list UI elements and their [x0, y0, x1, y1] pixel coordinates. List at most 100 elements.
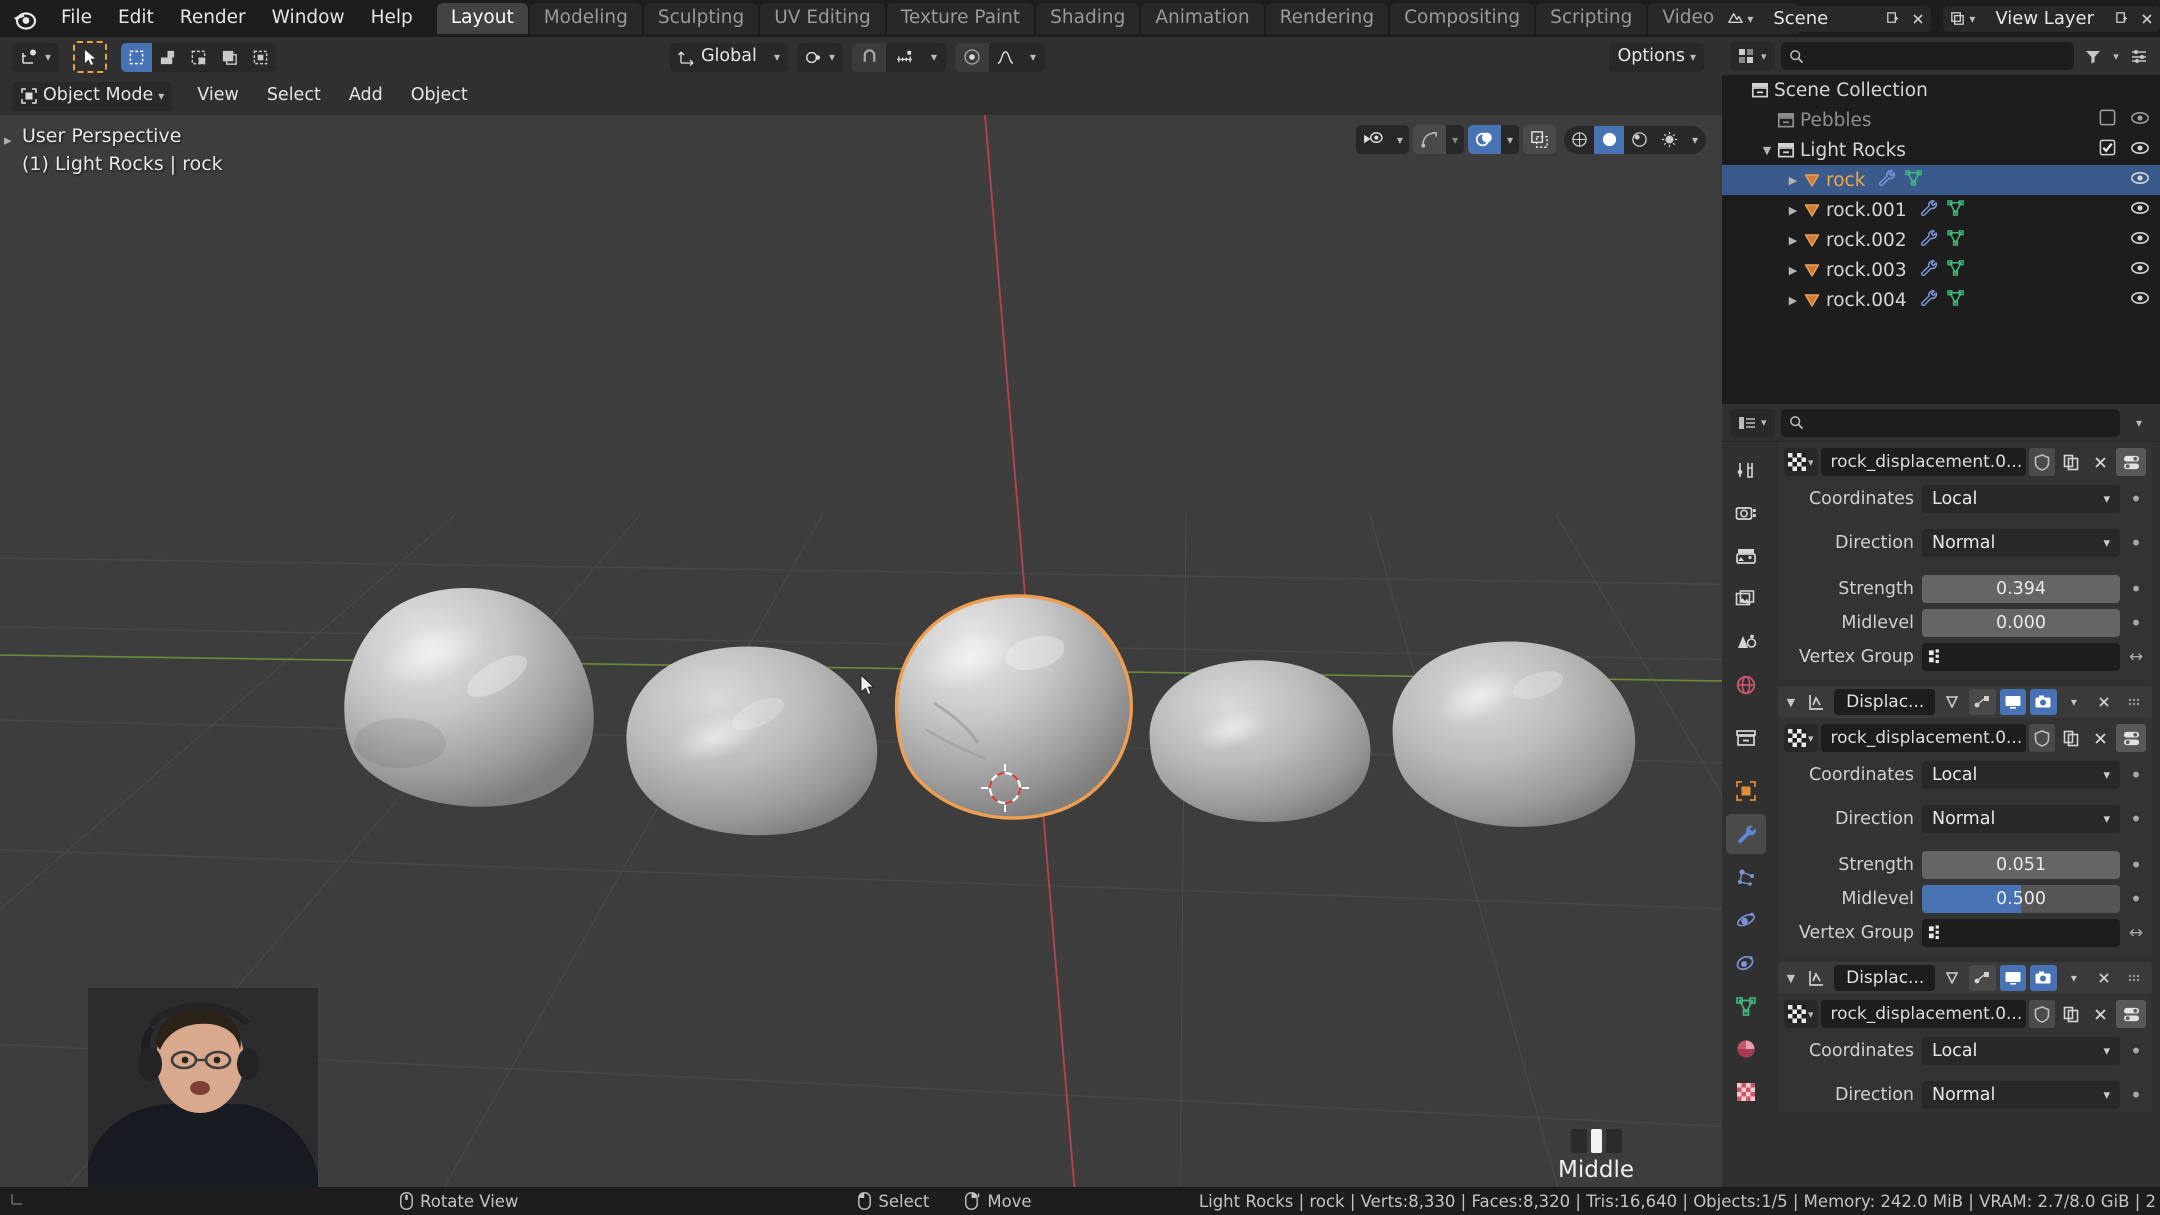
close-x-icon[interactable]	[2091, 689, 2117, 715]
gizmo-chevron-icon[interactable]: ▾	[1446, 125, 1464, 154]
tab-world[interactable]	[1726, 665, 1766, 705]
shading-material-icon[interactable]	[1624, 126, 1654, 154]
3d-viewport[interactable]: ▸ User Perspective (1) Light Rocks | roc…	[0, 115, 1722, 1195]
visibility-eye-icon[interactable]	[2130, 110, 2150, 131]
tab-collection[interactable]	[1726, 718, 1766, 758]
texture-settings-icon[interactable]	[2116, 448, 2146, 476]
viewport-menu-object[interactable]: Object	[398, 82, 481, 110]
properties-search-box[interactable]	[1780, 408, 2120, 437]
browse-texture-icon[interactable]: ▾	[1784, 724, 1818, 752]
property-dropdown-coordinates[interactable]: Local ▾	[1922, 485, 2120, 513]
filter-icon[interactable]	[2080, 43, 2106, 69]
select-extend-icon[interactable]	[152, 43, 183, 72]
expand-triangle-right-icon[interactable]: ▶	[1784, 234, 1802, 247]
drag-grip-icon[interactable]	[2122, 689, 2148, 715]
tab-data[interactable]	[1726, 986, 1766, 1026]
object-types-visibility-icon[interactable]	[1356, 125, 1391, 154]
snap-dropdown-chevron-icon[interactable]: ▾	[922, 43, 946, 72]
realtime-display-icon[interactable]	[1999, 689, 2027, 715]
property-dropdown-direction[interactable]: Normal ▾	[1922, 805, 2120, 833]
modifier-name-field[interactable]: Displac...	[1834, 965, 1935, 991]
unlink-x-icon[interactable]	[2087, 1000, 2113, 1028]
workspace-tab-compositing[interactable]: Compositing	[1390, 2, 1535, 35]
workspace-tab-animation[interactable]: Animation	[1141, 2, 1264, 35]
fake-user-shield-icon[interactable]	[2029, 448, 2055, 476]
tab-output[interactable]	[1726, 536, 1766, 576]
viewport-menu-add[interactable]: Add	[336, 82, 396, 110]
visibility-eye-icon[interactable]	[2130, 170, 2150, 191]
edit-mode-icon[interactable]	[1969, 965, 1996, 991]
modifier-wrench-icon[interactable]	[1919, 289, 1938, 311]
texture-settings-icon[interactable]	[2116, 724, 2146, 752]
top-menu-edit[interactable]: Edit	[105, 5, 167, 32]
select-subtract-icon[interactable]	[183, 43, 214, 72]
browse-texture-icon[interactable]: ▾	[1784, 1000, 1818, 1028]
viewport-menu-select[interactable]: Select	[254, 82, 334, 110]
visibility-eye-icon[interactable]	[2130, 200, 2150, 221]
shading-chevron-icon[interactable]: ▾	[1684, 126, 1706, 154]
tab-material[interactable]	[1726, 1029, 1766, 1069]
new-copy-icon[interactable]	[2058, 1000, 2084, 1028]
snap-increment-icon[interactable]	[886, 43, 922, 72]
edit-mode-icon[interactable]	[1969, 689, 1996, 715]
tab-texture[interactable]	[1726, 1072, 1766, 1112]
outliner-row-rock-001[interactable]: ▶ rock.001	[1722, 195, 2160, 225]
tab-scene[interactable]	[1726, 622, 1766, 662]
falloff-dropdown-chevron-icon[interactable]: ▾	[1021, 43, 1045, 72]
outliner-row-rock-004[interactable]: ▶ rock.004	[1722, 285, 2160, 315]
mesh-data-icon[interactable]	[1946, 229, 1965, 251]
properties-editor-icon[interactable]: ▾	[1730, 408, 1775, 437]
modifier-panel-header[interactable]: ▼ Displac... ▾	[1778, 686, 2152, 718]
new-copy-icon[interactable]	[2058, 724, 2084, 752]
top-menu-render[interactable]: Render	[167, 5, 259, 32]
extras-chevron-icon[interactable]: ▾	[2061, 965, 2087, 991]
gizmo-icon[interactable]	[1412, 125, 1446, 154]
modifier-panel-header[interactable]: ▼ Displac... ▾	[1778, 962, 2152, 994]
visibility-eye-icon[interactable]	[2130, 140, 2150, 161]
property-slider-midlevel[interactable]: 0.500	[1922, 885, 2120, 913]
drag-grip-icon[interactable]	[2122, 965, 2148, 991]
texture-settings-icon[interactable]	[2116, 1000, 2146, 1028]
new-view-layer-icon[interactable]	[2108, 5, 2134, 32]
expand-triangle-down-icon[interactable]: ▼	[1758, 144, 1776, 157]
view-layer-icon[interactable]: ▾	[1943, 5, 1982, 32]
xray-toggle-icon[interactable]	[1523, 125, 1556, 154]
property-dropdown-direction[interactable]: Normal ▾	[1922, 1081, 2120, 1109]
render-camera-icon[interactable]	[2030, 965, 2057, 991]
proportional-falloff-icon[interactable]	[989, 43, 1021, 72]
scene-name-field[interactable]: Scene	[1759, 5, 1880, 32]
expand-triangle-down-icon[interactable]: ▼	[1782, 689, 1800, 715]
workspace-tab-shading[interactable]: Shading	[1036, 2, 1140, 35]
property-dropdown-coordinates[interactable]: Local ▾	[1922, 1037, 2120, 1065]
properties-search-input[interactable]	[1809, 413, 2112, 432]
unlink-x-icon[interactable]	[2087, 724, 2113, 752]
tweak-tool-icon[interactable]	[73, 41, 108, 73]
top-menu-window[interactable]: Window	[259, 5, 358, 32]
fake-user-shield-icon[interactable]	[2029, 724, 2055, 752]
outliner-row-light-rocks[interactable]: ▼ Light Rocks	[1722, 135, 2160, 165]
workspace-tab-rendering[interactable]: Rendering	[1265, 2, 1389, 35]
workspace-tab-scripting[interactable]: Scripting	[1536, 2, 1647, 35]
workspace-tab-layout[interactable]: Layout	[436, 2, 528, 35]
texture-name-field[interactable]: rock_displacement.0...	[1820, 1000, 2026, 1028]
object-mode-dropdown[interactable]: Object Mode ▾	[12, 81, 173, 111]
properties-options-chevron-icon[interactable]: ▾	[2126, 410, 2152, 436]
workspace-tab-uv-editing[interactable]: UV Editing	[760, 2, 885, 35]
tab-physics[interactable]	[1726, 900, 1766, 940]
mesh-data-icon[interactable]	[1946, 199, 1965, 221]
workspace-tab-modeling[interactable]: Modeling	[529, 2, 642, 35]
editor-type-3dview-icon[interactable]: ▾	[12, 42, 60, 72]
shading-wireframe-icon[interactable]	[1564, 126, 1594, 154]
modifier-wrench-icon[interactable]	[1919, 259, 1938, 281]
new-scene-icon[interactable]	[1879, 5, 1906, 32]
workspace-tab-sculpting[interactable]: Sculpting	[643, 2, 759, 35]
outliner-row-rock-002[interactable]: ▶ rock.002	[1722, 225, 2160, 255]
mesh-data-icon[interactable]	[1946, 259, 1965, 281]
filter-chevron-icon[interactable]: ▾	[2108, 43, 2124, 69]
tab-particles[interactable]	[1726, 857, 1766, 897]
select-intersect-icon[interactable]	[245, 43, 276, 72]
texture-name-field[interactable]: rock_displacement.0...	[1820, 724, 2026, 752]
proportional-edit-icon[interactable]	[955, 42, 990, 72]
browse-texture-icon[interactable]: ▾	[1784, 448, 1818, 476]
shading-solid-icon[interactable]	[1594, 125, 1624, 154]
